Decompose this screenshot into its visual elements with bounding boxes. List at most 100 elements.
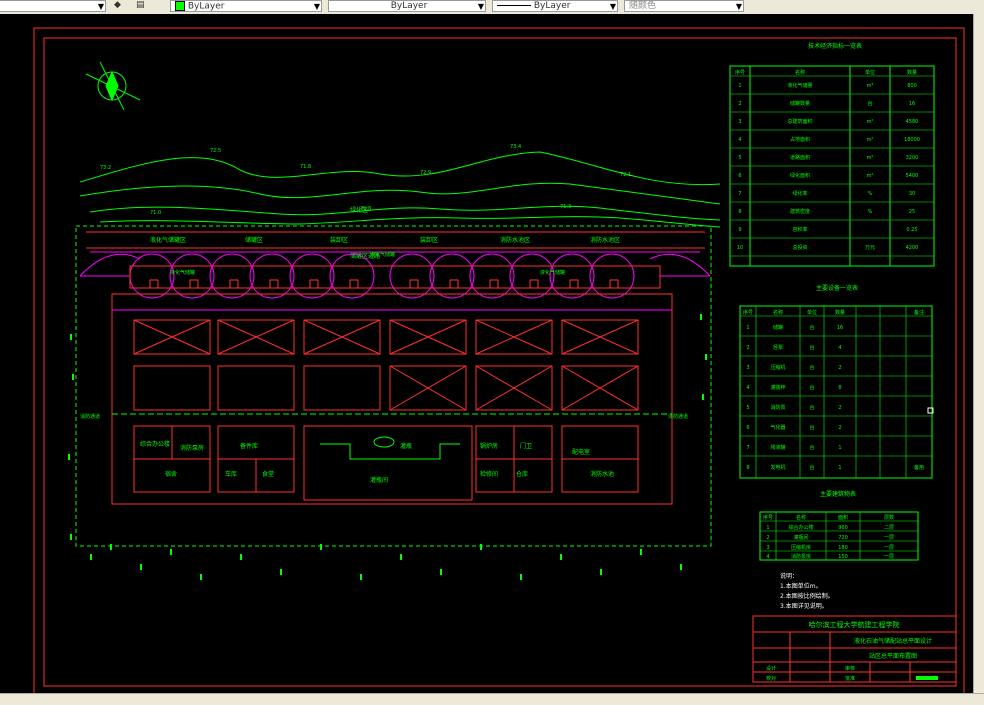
lake-label: 绿化区 (350, 206, 368, 214)
bldg-header: 层数 (884, 514, 894, 521)
chevron-down-icon: ▼ (609, 2, 616, 11)
plotstyle-value: 随颜色 (629, 1, 657, 11)
stat-cell: 18000 (904, 137, 920, 143)
zone-label: 消防水池区 (500, 236, 530, 244)
bldg-cell: 一层 (884, 545, 894, 551)
equip-header: 备注 (914, 309, 924, 316)
equip-cell: 台 (809, 324, 814, 331)
equip-cell: 发电机 (770, 464, 785, 471)
lineweight-dropdown[interactable]: ByLayer ▼ (492, 0, 618, 12)
stat-table: 技术经济指标一览表 序号 名称 单位 数量 1 液化气储量 m³ 800 2 储… (729, 42, 935, 267)
tank-pads (129, 265, 661, 289)
horizontal-scrollbar[interactable] (0, 693, 984, 705)
plotstyle-dropdown[interactable]: 随颜色 ▼ (624, 0, 744, 12)
title-block: 哈尔滨工程大学航建工程学院 液化石油气储配站总平面设计 站区总平面布置图 设计 … (752, 615, 957, 683)
bldg-cell: 150 (838, 554, 848, 560)
stat-cell: m² (867, 155, 874, 161)
bottle-label: 灌瓶间 (370, 476, 388, 484)
bldg-cell: 灌瓶间 (793, 534, 808, 541)
stat-cell: 10 (737, 245, 743, 251)
bldg-cell: 3 (766, 545, 769, 551)
stat-cell: 30 (909, 191, 915, 197)
buildings-row-1 (133, 319, 639, 355)
equip-cell: 1 (838, 445, 841, 451)
stat-cell: 占地面积 (790, 136, 810, 143)
layer-states-icon[interactable]: ▤ (132, 0, 152, 12)
sign-label: 校对 (766, 675, 776, 682)
stat-cell: 万元 (865, 245, 875, 251)
zone-label: 消防水池区 (590, 236, 620, 244)
sign-label: 设计 (766, 665, 776, 672)
cad-drawing: 73.272.571.8 72.973.472.1 71.070.8 71.3 绿… (33, 27, 965, 694)
center-piping (320, 436, 460, 460)
equip-cell: 残液罐 (770, 444, 785, 451)
equip-cell: 1 (838, 465, 841, 471)
linetype-dropdown[interactable]: ByLayer ▼ (328, 0, 486, 12)
drawing-canvas[interactable]: 73.2 72.5 71.8 72.9 73.4 72.1 71.0 70.8 71.3 绿… (0, 14, 974, 694)
stat-cell: m² (867, 173, 874, 179)
stat-cell: 3 (738, 119, 741, 125)
stat-cell: 7 (738, 191, 741, 197)
equip-cell: 烃泵 (773, 344, 783, 351)
bldg-cell: 一层 (884, 554, 894, 560)
color-dropdown[interactable]: ByLayer ▼ (170, 0, 322, 12)
bldg-cell: 消防泵房 (791, 553, 811, 560)
stat-cell: m³ (867, 83, 874, 89)
equip-cell: 4 (838, 345, 841, 351)
stat-cell: 16 (909, 101, 915, 107)
stat-header: 序号 (735, 69, 745, 76)
equip-cell: 台 (809, 344, 814, 351)
equip-cell: 备用 (914, 464, 924, 471)
lineweight-sample-icon (497, 5, 531, 6)
chevron-down-icon: ▼ (477, 2, 484, 11)
tank-area (79, 253, 711, 299)
notes-title: 说明： (780, 572, 798, 580)
layer-icon[interactable]: ◆ (110, 0, 130, 12)
stat-cell: 5 (738, 155, 741, 161)
equip-cell: 台 (809, 444, 814, 451)
stat-table-rules (730, 75, 934, 257)
lineweight-value: ByLayer (533, 1, 571, 11)
chevron-down-icon: ▼ (313, 2, 320, 11)
store-label: 备件库 (240, 442, 258, 450)
power-label: 配电室 (572, 448, 590, 456)
zone-label: 液化气储罐区 (150, 236, 186, 244)
north-arrow-icon (85, 61, 141, 111)
stat-cell: 绿化面积 (790, 172, 810, 179)
guard-label: 门卫 (520, 442, 532, 450)
stat-cell: 储罐数量 (790, 100, 810, 107)
equip-cell: 6 (746, 425, 749, 431)
stat-cell: 2 (738, 101, 741, 107)
equip-cell: 5 (746, 405, 749, 411)
gate-left-label: 消防通道 (80, 413, 100, 420)
equip-cell: 台 (809, 384, 814, 391)
equip-cell: 7 (746, 445, 749, 451)
svg-text:71.0: 71.0 (150, 210, 161, 216)
chevron-down-icon: ▼ (735, 2, 742, 11)
equip-cell: 压缩机 (770, 364, 785, 371)
garage-label: 车库 (225, 470, 237, 478)
bldg-header: 面积 (838, 514, 848, 521)
bldg-cell: 4 (766, 554, 769, 560)
pool-label: 消防水池 (590, 470, 614, 478)
stat-cell: 4 (738, 137, 741, 143)
vertical-scrollbar[interactable] (973, 14, 984, 694)
building-table: 主要建筑物表 序号 名称 面积 层数 1 综合办公楼 960 二层 2 灌瓶间 … (759, 490, 919, 561)
stat-cell: m² (867, 137, 874, 143)
properties-toolbar: ▼ ◆ ▤ ByLayer ▼ ByLayer ▼ ByLayer ▼ 随颜色 … (0, 0, 984, 15)
stat-cell: % (868, 209, 873, 215)
layer-dropdown[interactable]: ▼ (0, 0, 106, 12)
equip-cell: 灌装秤 (770, 384, 785, 391)
note-line: 3.本图详见说明。 (780, 602, 828, 610)
stat-cell: 容积率 (792, 226, 807, 233)
equip-cell: 储罐 (773, 324, 783, 331)
stat-cell: 4580 (906, 119, 919, 125)
store2-label: 仓库 (516, 470, 528, 478)
bldg-table-title: 主要建筑物表 (820, 490, 856, 498)
gate-right-label: 消防通道 (668, 413, 688, 420)
stat-cell: 1 (738, 83, 741, 89)
office-label: 综合办公楼 (140, 440, 170, 448)
tank-label: 液化气储罐 (540, 269, 565, 276)
bldg-cell: 180 (838, 545, 848, 551)
stat-cell: 8 (738, 209, 741, 215)
